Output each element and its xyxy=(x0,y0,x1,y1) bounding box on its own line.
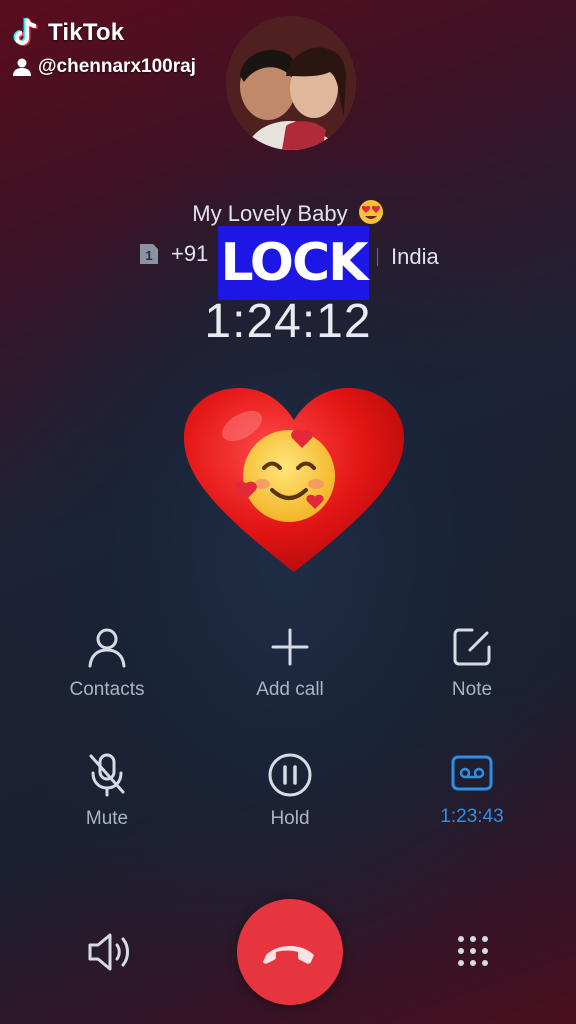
note-label: Note xyxy=(451,679,493,700)
caller-country: India xyxy=(391,244,439,269)
recorder-icon xyxy=(451,755,493,791)
record-button[interactable]: 1:23:43 xyxy=(392,752,552,828)
tiktok-username: @chennarx100raj xyxy=(38,56,196,77)
lock-overlay-text: LOCK xyxy=(220,233,369,293)
tiktok-user: @chennarx100raj xyxy=(12,56,196,78)
end-call-button[interactable] xyxy=(237,899,343,1005)
note-edit-icon xyxy=(453,628,491,666)
mute-label: Mute xyxy=(85,808,129,829)
mic-off-icon xyxy=(89,753,125,797)
plus-icon xyxy=(271,628,309,666)
tiktok-watermark: TikTok xyxy=(12,16,124,50)
add-call-label: Add call xyxy=(256,679,324,700)
pause-icon xyxy=(268,753,312,797)
speaker-icon[interactable] xyxy=(86,930,132,974)
number-row: 1 +91 xyxy=(137,241,208,267)
sim-1-icon: 1 xyxy=(140,244,158,264)
contacts-label: Contacts xyxy=(69,679,145,700)
note-button[interactable]: Note xyxy=(392,625,552,701)
dialpad-icon[interactable] xyxy=(456,934,490,968)
person-icon xyxy=(88,628,126,668)
user-icon xyxy=(13,58,31,76)
caller-avatar xyxy=(226,16,356,150)
hold-button[interactable]: Hold xyxy=(210,752,370,830)
heart-eyes-emoji-icon xyxy=(358,200,383,224)
end-call-icon xyxy=(263,946,314,964)
country-code: +91 xyxy=(171,241,209,266)
add-call-button[interactable]: Add call xyxy=(210,625,370,701)
call-duration: 1:24:12 xyxy=(204,295,372,348)
separator xyxy=(377,248,378,266)
contacts-button[interactable]: Contacts xyxy=(27,625,187,701)
smiling-face-with-hearts-icon xyxy=(184,388,404,572)
svg-text:1: 1 xyxy=(145,248,152,263)
tiktok-logo-icon xyxy=(13,17,38,46)
number-lock-overlay: LOCK xyxy=(218,226,369,300)
mute-button[interactable]: Mute xyxy=(27,752,187,830)
caller-name: My Lovely Baby xyxy=(0,199,576,227)
tiktok-brand: TikTok xyxy=(48,19,125,46)
heart-sticker xyxy=(182,386,406,581)
record-duration-label: 1:23:43 xyxy=(440,806,504,827)
hold-label: Hold xyxy=(270,808,310,829)
caller-name-text: My Lovely Baby xyxy=(192,201,348,226)
